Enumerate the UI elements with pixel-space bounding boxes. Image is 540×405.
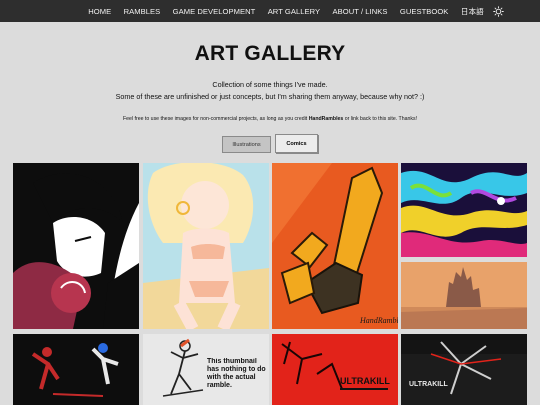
ultrakill-logo-text-2: ULTRAKILL (409, 381, 448, 388)
gallery-image-girl-drinking[interactable] (13, 163, 139, 329)
thumbnail-caption: This thumbnail has nothing to do with th… (207, 358, 266, 389)
nav-guestbook[interactable]: GUESTBOOK (394, 7, 455, 16)
page-title: ART GALLERY (194, 42, 346, 65)
description-line-1: Collection of some things I've made. (212, 80, 328, 89)
gallery-image-psychedelic-swirls[interactable] (401, 163, 527, 257)
nav-art-gallery[interactable]: ART GALLERY (262, 7, 327, 16)
nav-links: HOME RAMBLES GAME DEVELOPMENT ART GALLER… (82, 4, 506, 18)
artist-signature: HandRambles (359, 316, 398, 325)
nav-rambles[interactable]: RAMBLES (117, 7, 166, 16)
gallery-image-girl-bikini[interactable] (143, 163, 269, 329)
nav-home[interactable]: HOME (82, 7, 117, 16)
nav-game-development[interactable]: GAME DEVELOPMENT (166, 7, 261, 16)
ultrakill-logo-text-1: ULTRAKILL (340, 376, 390, 386)
notice-text-after: or link back to this site. Thanks! (343, 116, 417, 122)
description-line-2: Some of these are unfinished or just con… (115, 92, 425, 101)
top-nav: HOME RAMBLES GAME DEVELOPMENT ART GALLER… (0, 0, 540, 22)
nav-about-links[interactable]: ABOUT / LINKS (326, 7, 393, 16)
sun-icon[interactable] (492, 4, 506, 18)
nav-japanese[interactable]: 日本語 (455, 6, 490, 17)
tab-comics[interactable]: Comics (275, 134, 318, 153)
gallery-image-ramble-thumbnail[interactable]: This thumbnail has nothing to do with th… (143, 334, 269, 405)
gallery-image-ultrakill-red[interactable]: ULTRAKILL (272, 334, 398, 405)
gallery-image-desert-castle[interactable] (401, 262, 527, 329)
gallery-image-robot-arm[interactable]: HandRambles (272, 163, 398, 329)
gallery-image-fighters[interactable] (13, 334, 139, 405)
gallery-image-ultrakill-dark[interactable]: ULTRAKILL (401, 334, 527, 405)
notice-text-before: Feel free to use these images for non-co… (123, 116, 309, 122)
tab-illustrations[interactable]: Illustrations (222, 136, 271, 153)
notice-credit-name: HandRambles (308, 116, 344, 122)
usage-notice: Feel free to use these images for non-co… (0, 116, 540, 122)
